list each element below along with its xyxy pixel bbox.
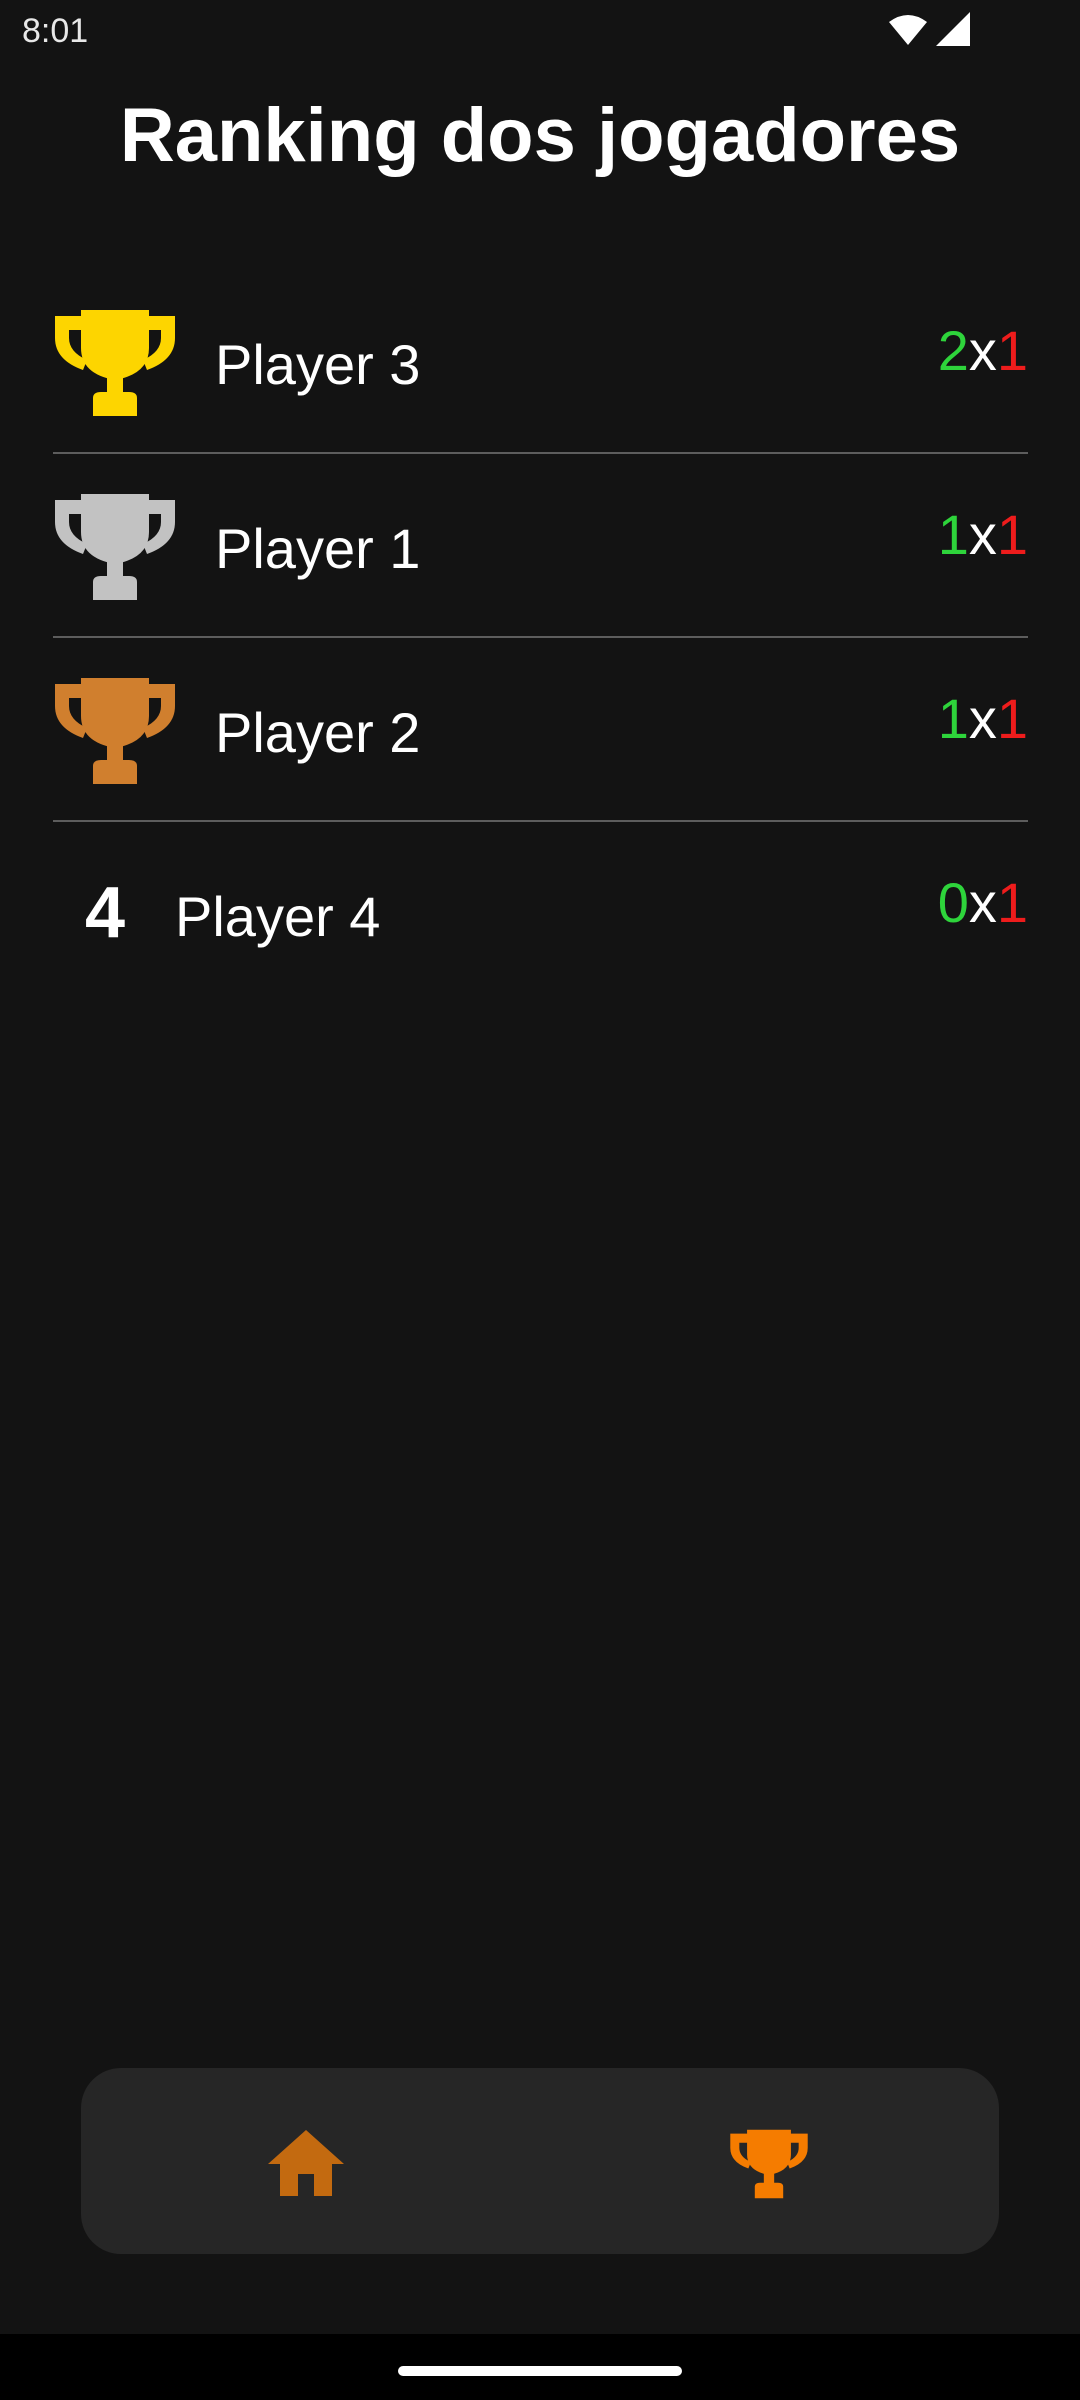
score-losses: 1 xyxy=(996,319,1028,382)
rank-number: 4 xyxy=(85,873,126,953)
player-score: 0x1 xyxy=(938,870,1028,935)
player-score: 1x1 xyxy=(938,502,1028,567)
ranking-list: Player 3 2x1 Player 1 1x1 Player 2 1x1 4… xyxy=(53,270,1028,1006)
bottom-navigation xyxy=(81,2068,999,2254)
ranking-row[interactable]: Player 3 2x1 xyxy=(53,270,1028,454)
wifi-icon xyxy=(889,15,927,45)
page-title: Ranking dos jogadores xyxy=(119,93,961,178)
score-separator: x xyxy=(968,871,997,934)
player-name: Player 3 xyxy=(215,333,421,396)
status-bar: 8:01 xyxy=(0,0,1080,64)
bronze-trophy-icon xyxy=(55,678,175,784)
score-separator: x xyxy=(968,319,997,382)
player-score: 1x1 xyxy=(938,686,1028,751)
home-icon[interactable] xyxy=(266,2128,346,2198)
ranking-row[interactable]: 4 Player 4 0x1 xyxy=(53,822,1028,1006)
gesture-handle[interactable] xyxy=(398,2366,682,2376)
score-wins: 1 xyxy=(937,503,969,566)
status-time: 8:01 xyxy=(22,12,89,50)
signal-icon xyxy=(936,12,970,46)
score-losses: 1 xyxy=(996,503,1028,566)
silver-trophy-icon xyxy=(55,494,175,600)
score-wins: 2 xyxy=(937,319,969,382)
system-gesture-bar xyxy=(0,2334,1080,2400)
score-separator: x xyxy=(968,503,997,566)
score-losses: 1 xyxy=(996,871,1028,934)
score-wins: 0 xyxy=(937,871,969,934)
player-name: Player 1 xyxy=(215,517,421,580)
ranking-row[interactable]: Player 2 1x1 xyxy=(53,638,1028,822)
trophy-icon[interactable] xyxy=(729,2126,809,2202)
app-screen: 8:01 Ranking dos jogadores Player 3 2x1 xyxy=(0,0,1080,2400)
player-name: Player 4 xyxy=(175,885,381,948)
score-separator: x xyxy=(968,687,997,750)
gold-trophy-icon xyxy=(55,310,175,416)
score-losses: 1 xyxy=(996,687,1028,750)
score-wins: 1 xyxy=(937,687,969,750)
ranking-row[interactable]: Player 1 1x1 xyxy=(53,454,1028,638)
player-score: 2x1 xyxy=(938,318,1028,383)
player-name: Player 2 xyxy=(215,701,421,764)
